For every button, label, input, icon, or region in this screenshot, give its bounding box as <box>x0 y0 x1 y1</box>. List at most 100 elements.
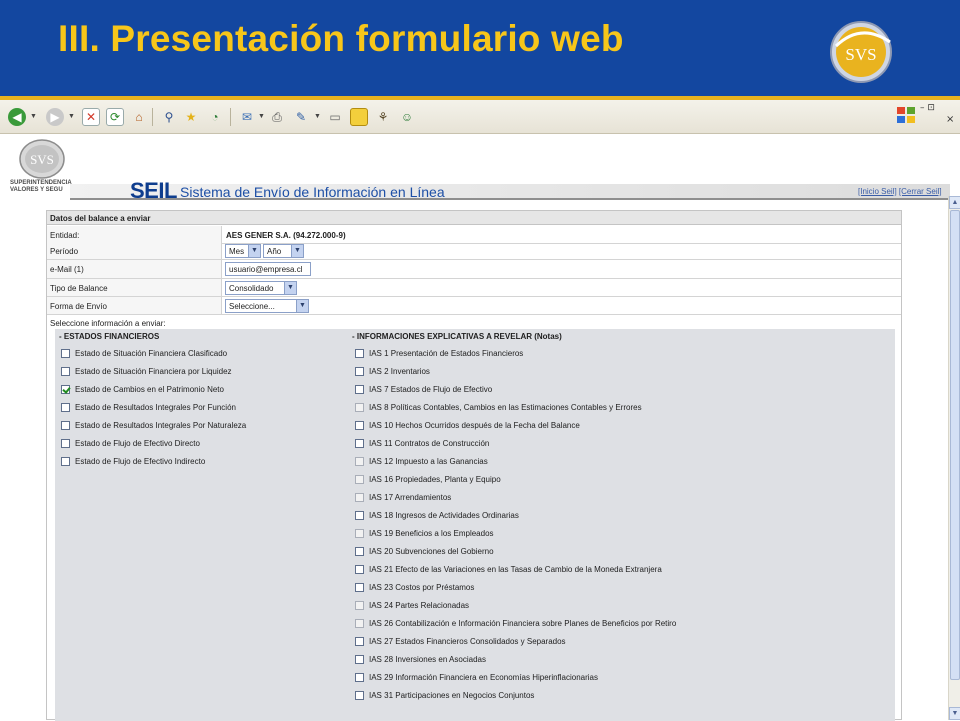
edit-dropdown-icon[interactable]: ▼ <box>314 113 321 120</box>
nota-item: IAS 8 Políticas Contables, Cambios en la… <box>355 401 642 413</box>
nota-item: IAS 18 Ingresos de Actividades Ordinaria… <box>355 509 519 521</box>
select-tipo-balance[interactable]: Consolidado ▼ <box>225 281 297 295</box>
estados-header: - ESTADOS FINANCIEROS <box>59 332 160 341</box>
mail-icon[interactable]: ✉ <box>238 108 256 126</box>
estado-checkbox[interactable] <box>61 438 70 448</box>
discuss-icon[interactable]: ▭ <box>326 108 344 126</box>
nota-item: IAS 27 Estados Financieros Consolidados … <box>355 635 566 647</box>
estado-label: Estado de Resultados Integrales Por Func… <box>75 402 236 412</box>
nota-checkbox[interactable] <box>355 564 364 574</box>
forward-icon[interactable]: ▶ <box>46 108 64 126</box>
slide-title: III. Presentación formulario web <box>58 18 624 59</box>
folder-icon[interactable] <box>350 108 368 126</box>
nota-checkbox[interactable] <box>355 348 364 358</box>
notas-header: - INFORMACIONES EXPLICATIVAS A REVELAR (… <box>352 332 562 341</box>
estado-checkbox[interactable] <box>61 402 70 412</box>
estado-label: Estado de Situación Financiera Clasifica… <box>75 348 228 358</box>
select-mes-value: Mes <box>229 247 245 256</box>
site-header: SVS SUPERINTENDENCIA VALORES Y SEGU SEIL… <box>0 134 950 203</box>
nota-label: IAS 21 Efecto de las Variaciones en las … <box>369 564 662 574</box>
estado-checkbox[interactable] <box>61 420 70 430</box>
estado-checkbox[interactable] <box>61 384 70 394</box>
nota-checkbox[interactable] <box>355 366 364 376</box>
nota-checkbox[interactable] <box>355 420 364 430</box>
form-title: Datos del balance a enviar <box>47 211 901 225</box>
nota-label: IAS 1 Presentación de Estados Financiero… <box>369 348 524 358</box>
label-periodo: Período <box>47 242 222 259</box>
nota-label: IAS 27 Estados Financieros Consolidados … <box>369 636 566 646</box>
nota-item: IAS 16 Propiedades, Planta y Equipo <box>355 473 501 485</box>
chevron-down-icon: ▼ <box>248 245 260 257</box>
forward-dropdown-icon[interactable]: ▼ <box>68 113 75 120</box>
nota-checkbox <box>355 618 364 628</box>
nota-checkbox[interactable] <box>355 510 364 520</box>
nota-item: IAS 28 Inversiones en Asociadas <box>355 653 486 665</box>
nota-item: IAS 26 Contabilización e Información Fin… <box>355 617 676 629</box>
nota-label: IAS 12 Impuesto a las Ganancias <box>369 456 488 466</box>
nota-label: IAS 23 Costos por Préstamos <box>369 582 475 592</box>
seil-subtitle: Sistema de Envío de Información en Línea <box>180 184 445 200</box>
nota-checkbox <box>355 456 364 466</box>
nota-item: IAS 10 Hechos Ocurridos después de la Fe… <box>355 419 580 431</box>
toolbar-separator <box>152 108 153 126</box>
nota-label: IAS 7 Estados de Flujo de Efectivo <box>369 384 493 394</box>
select-tipo-value: Consolidado <box>229 284 274 293</box>
nota-item: IAS 23 Costos por Préstamos <box>355 581 474 593</box>
nota-checkbox[interactable] <box>355 690 364 700</box>
favorites-icon[interactable]: ★ <box>182 108 200 126</box>
select-anio[interactable]: Año ▼ <box>263 244 304 258</box>
nota-checkbox[interactable] <box>355 546 364 556</box>
select-forma-envio[interactable]: Seleccione... ▼ <box>225 299 309 313</box>
nota-checkbox[interactable] <box>355 384 364 394</box>
nota-checkbox[interactable] <box>355 654 364 664</box>
history-icon[interactable]: ◔ <box>206 108 224 126</box>
window-controls[interactable]: – ⊡ <box>920 103 935 113</box>
research-icon[interactable]: ⚘ <box>374 108 392 126</box>
email-field[interactable]: usuario@empresa.cl <box>225 262 311 276</box>
nota-checkbox[interactable] <box>355 672 364 682</box>
back-dropdown-icon[interactable]: ▼ <box>30 113 37 120</box>
home-icon[interactable]: ⌂ <box>130 108 148 126</box>
search-icon[interactable]: ⚲ <box>160 108 178 126</box>
estado-item: Estado de Situación Financiera por Liqui… <box>61 365 232 377</box>
estado-item: Estado de Flujo de Efectivo Indirecto <box>61 455 205 467</box>
stop-icon[interactable]: ✕ <box>82 108 100 126</box>
print-icon[interactable]: ⎙ <box>268 108 286 126</box>
estado-label: Estado de Flujo de Efectivo Indirecto <box>75 456 206 466</box>
site-logo-text: SVS <box>30 152 54 167</box>
edit-icon[interactable]: ✎ <box>292 108 310 126</box>
nota-label: IAS 17 Arrendamientos <box>369 492 452 502</box>
nota-label: IAS 8 Políticas Contables, Cambios en la… <box>369 402 642 412</box>
messenger-icon[interactable]: ☺ <box>398 108 416 126</box>
nota-checkbox[interactable] <box>355 438 364 448</box>
estado-checkbox[interactable] <box>61 366 70 376</box>
vertical-scrollbar[interactable]: ▲ ▼ <box>948 196 960 720</box>
row-periodo: Período Mes ▼ Año ▼ <box>47 242 901 260</box>
scroll-down-icon[interactable]: ▼ <box>949 707 960 720</box>
nota-label: IAS 31 Participaciones en Negocios Conju… <box>369 690 535 700</box>
nota-item: IAS 21 Efecto de las Variaciones en las … <box>355 563 662 575</box>
mail-dropdown-icon[interactable]: ▼ <box>258 113 265 120</box>
label-tipo-balance: Tipo de Balance <box>47 279 222 296</box>
estado-label: Estado de Resultados Integrales Por Natu… <box>75 420 247 430</box>
row-forma-envio: Forma de Envío Seleccione... ▼ <box>47 297 901 315</box>
nota-item: IAS 17 Arrendamientos <box>355 491 451 503</box>
back-icon[interactable]: ◀ <box>8 108 26 126</box>
scroll-thumb[interactable] <box>950 210 960 680</box>
estado-checkbox[interactable] <box>61 348 70 358</box>
select-mes[interactable]: Mes ▼ <box>225 244 261 258</box>
close-icon[interactable]: × <box>946 114 954 125</box>
estado-label: Estado de Situación Financiera por Liqui… <box>75 366 232 376</box>
nota-checkbox[interactable] <box>355 582 364 592</box>
estado-checkbox[interactable] <box>61 456 70 466</box>
link-cerrar-seil[interactable]: [Cerrar Seil] <box>899 187 942 196</box>
link-inicio-seil[interactable]: [Inicio Seil] <box>858 187 897 196</box>
nota-label: IAS 20 Subvenciones del Gobierno <box>369 546 494 556</box>
label-forma-envio: Forma de Envío <box>47 297 222 314</box>
scroll-up-icon[interactable]: ▲ <box>949 196 960 209</box>
refresh-icon[interactable]: ⟳ <box>106 108 124 126</box>
nota-checkbox[interactable] <box>355 636 364 646</box>
estado-item: Estado de Situación Financiera Clasifica… <box>61 347 227 359</box>
nota-item: IAS 12 Impuesto a las Ganancias <box>355 455 488 467</box>
site-org-name: SUPERINTENDENCIA VALORES Y SEGU <box>10 180 72 194</box>
